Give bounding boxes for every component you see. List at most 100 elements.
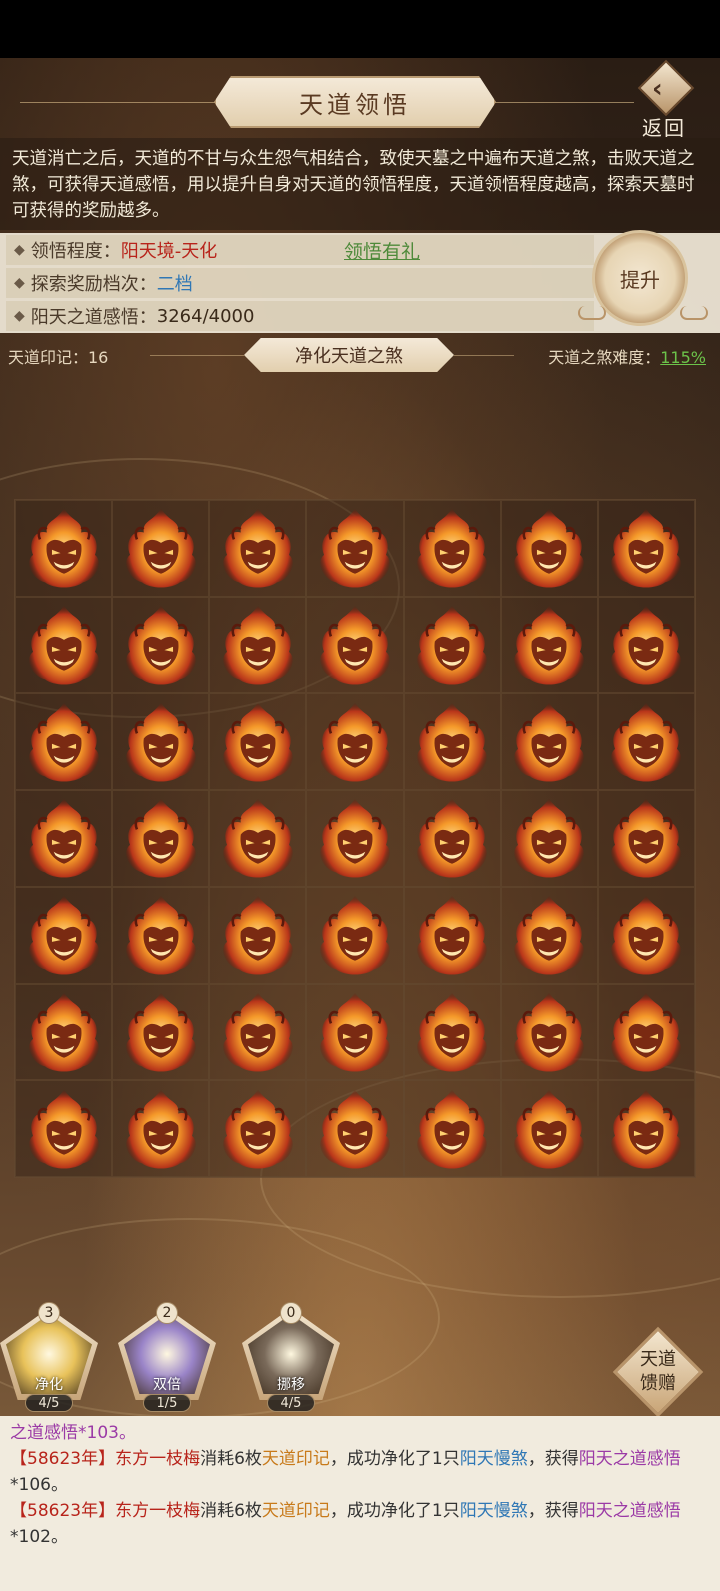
grid-cell[interactable] bbox=[209, 886, 307, 984]
grid-cell[interactable] bbox=[403, 500, 501, 597]
grid-cell[interactable] bbox=[500, 1080, 598, 1177]
log-line: 【58623年】东方一枝梅消耗6枚天道印记，成功净化了1只阳天慢煞，获得阳天之道… bbox=[10, 1446, 710, 1498]
flame-demon-icon bbox=[514, 992, 585, 1072]
flame-demon-icon bbox=[320, 992, 390, 1072]
grid-cell[interactable] bbox=[15, 790, 113, 887]
grid-cell[interactable] bbox=[209, 790, 307, 887]
skill-button[interactable]: 2 双倍 1/5 bbox=[118, 1302, 216, 1420]
grid-cell[interactable] bbox=[306, 886, 404, 984]
flame-demon-icon bbox=[611, 508, 682, 588]
grid-cell[interactable] bbox=[403, 693, 501, 791]
skill-name: 净化 bbox=[35, 1377, 63, 1393]
grid-cell[interactable] bbox=[15, 693, 113, 791]
flame-demon-icon bbox=[417, 895, 487, 975]
grid-cell[interactable] bbox=[403, 983, 501, 1081]
grid-cell[interactable] bbox=[403, 596, 501, 694]
grid-cell[interactable] bbox=[500, 886, 598, 984]
grid-cell[interactable] bbox=[597, 1080, 695, 1177]
grid-cell[interactable] bbox=[209, 983, 307, 1081]
upgrade-ring: 提升 bbox=[592, 230, 688, 326]
flame-demon-icon bbox=[28, 702, 99, 782]
skill-name: 挪移 bbox=[277, 1377, 305, 1393]
grid-cell[interactable] bbox=[597, 886, 695, 984]
grid-cell[interactable] bbox=[209, 693, 307, 791]
back-diamond-icon bbox=[637, 59, 695, 117]
gift-link[interactable]: 领悟有礼 bbox=[344, 237, 420, 264]
grid-cell[interactable] bbox=[306, 500, 404, 597]
flame-demon-icon bbox=[320, 1089, 390, 1169]
back-button[interactable]: ‹ 返回 bbox=[634, 59, 700, 140]
grid-cell[interactable] bbox=[112, 1080, 210, 1177]
flame-demon-icon bbox=[223, 508, 293, 588]
grid-cell[interactable] bbox=[306, 983, 404, 1081]
log-amount: *106。 bbox=[10, 1475, 68, 1495]
grid-cell[interactable] bbox=[112, 596, 210, 694]
grid-cell[interactable] bbox=[15, 500, 113, 597]
flame-demon-icon bbox=[125, 702, 196, 782]
grid-cell[interactable] bbox=[597, 790, 695, 887]
log-text: ，获得 bbox=[527, 1501, 579, 1521]
skill-button[interactable]: 3 净化 4/5 bbox=[0, 1302, 98, 1420]
flame-demon-icon bbox=[417, 992, 487, 1072]
grid-cell[interactable] bbox=[500, 790, 598, 887]
flame-demon-icon bbox=[125, 895, 196, 975]
grid-cell[interactable] bbox=[597, 693, 695, 791]
flame-demon-icon bbox=[514, 508, 585, 588]
grid-cell[interactable] bbox=[112, 500, 210, 597]
flame-demon-icon bbox=[125, 1089, 196, 1169]
skill-count: 3 bbox=[38, 1302, 60, 1324]
skill-button[interactable]: 0 挪移 4/5 bbox=[242, 1302, 340, 1420]
grid-cell[interactable] bbox=[500, 693, 598, 791]
heaven-gift-button[interactable]: 天道 馈赠 bbox=[612, 1326, 704, 1418]
grid-cell[interactable] bbox=[209, 1080, 307, 1177]
flame-demon-icon bbox=[611, 1089, 682, 1169]
grid-cell[interactable] bbox=[403, 1080, 501, 1177]
grid-cell[interactable] bbox=[15, 886, 113, 984]
log-text: 之道感悟*103。 bbox=[10, 1423, 136, 1443]
grid-cell[interactable] bbox=[112, 983, 210, 1081]
flame-demon-icon bbox=[223, 605, 293, 685]
grid-cell[interactable] bbox=[500, 596, 598, 694]
log-year: 【58623年】 bbox=[10, 1501, 116, 1521]
title-divider bbox=[494, 102, 634, 103]
log-reward: 阳天之道感悟 bbox=[578, 1449, 681, 1469]
grid-cell[interactable] bbox=[209, 596, 307, 694]
grid-cell[interactable] bbox=[112, 886, 210, 984]
grid-cell[interactable] bbox=[306, 1080, 404, 1177]
flame-demon-icon bbox=[417, 1089, 487, 1169]
flame-demon-icon bbox=[320, 508, 390, 588]
grid-cell[interactable] bbox=[403, 790, 501, 887]
diamond-bullet-icon: ◆ bbox=[14, 242, 25, 258]
reward-value: 二档 bbox=[156, 274, 193, 295]
log-item: 天道印记 bbox=[261, 1501, 330, 1521]
grid-cell[interactable] bbox=[15, 1080, 113, 1177]
grid-cell[interactable] bbox=[306, 596, 404, 694]
grid-cell[interactable] bbox=[112, 693, 210, 791]
grid-cell[interactable] bbox=[597, 500, 695, 597]
log-amount: *102。 bbox=[10, 1527, 68, 1547]
grid-cell[interactable] bbox=[597, 596, 695, 694]
comprehension-label: 领悟程度： bbox=[30, 241, 121, 262]
grid-cell[interactable] bbox=[500, 983, 598, 1081]
flame-demon-icon bbox=[611, 992, 682, 1072]
grid-cell[interactable] bbox=[597, 983, 695, 1081]
flame-demon-icon bbox=[417, 605, 487, 685]
grid-cell[interactable] bbox=[403, 886, 501, 984]
flame-demon-icon bbox=[320, 702, 390, 782]
grid-cell[interactable] bbox=[306, 693, 404, 791]
grid-cell[interactable] bbox=[112, 790, 210, 887]
grid-cell[interactable] bbox=[15, 596, 113, 694]
grid-cell[interactable] bbox=[15, 983, 113, 1081]
grid-cell[interactable] bbox=[306, 790, 404, 887]
grid-cell[interactable] bbox=[500, 500, 598, 597]
flame-demon-icon bbox=[514, 1089, 585, 1169]
bar-divider bbox=[454, 355, 514, 356]
flame-demon-icon bbox=[320, 798, 390, 879]
log-text: ，成功净化了1只 bbox=[329, 1449, 460, 1469]
insight-value: 3264/4000 bbox=[156, 305, 255, 327]
upgrade-button[interactable]: 提升 bbox=[578, 222, 712, 342]
flame-demon-icon bbox=[417, 798, 487, 879]
grid-cell[interactable] bbox=[209, 500, 307, 597]
title-divider bbox=[20, 102, 216, 103]
reward-row: ◆ 探索奖励档次： 二档 bbox=[6, 268, 594, 298]
